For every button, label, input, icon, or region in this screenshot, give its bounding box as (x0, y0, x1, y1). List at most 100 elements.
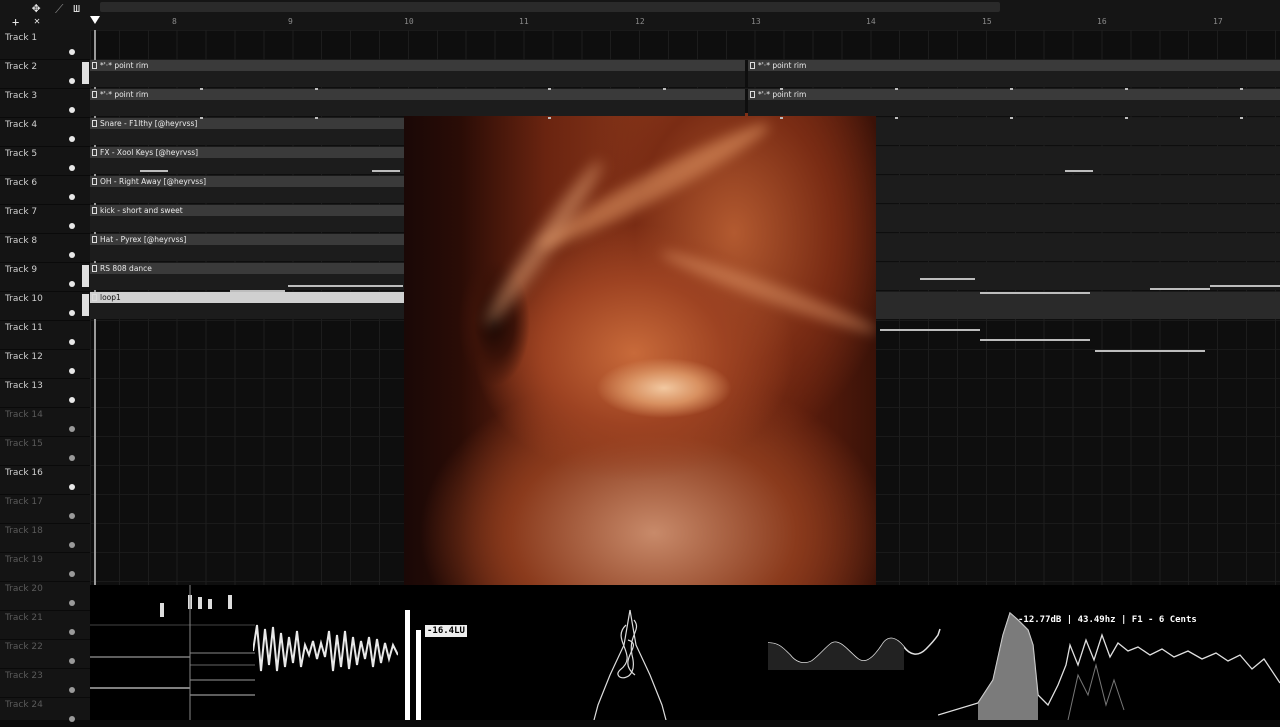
track-name: Track 7 (5, 207, 38, 217)
clip-header[interactable]: *'·* point rim (748, 89, 1280, 100)
track-header[interactable]: Track 13 (0, 378, 90, 408)
track-header[interactable]: Track 7 (0, 204, 90, 234)
spectrum-graph (938, 611, 1280, 720)
track-enable-dot[interactable] (69, 339, 75, 345)
track-enable-dot[interactable] (69, 78, 75, 84)
track-header[interactable]: Track 24 (0, 697, 90, 727)
track-header[interactable]: Track 10 (0, 291, 90, 321)
visualizer-panel: -16.4LU -12.77dB | 43.49hz | F1 - 6 Cent… (90, 585, 1280, 720)
loudness-bar-left (405, 610, 410, 720)
track-enable-dot[interactable] (69, 136, 75, 142)
track-enable-dot[interactable] (69, 310, 75, 316)
track-header[interactable]: Track 9 (0, 262, 90, 292)
track-name: Track 21 (5, 613, 43, 623)
close-icon[interactable]: ✕ (34, 15, 40, 29)
track-enable-dot[interactable] (69, 194, 75, 200)
artwork-highlight (657, 244, 876, 340)
track-enable-dot[interactable] (69, 629, 75, 635)
clip-body[interactable] (748, 100, 1280, 116)
track-header[interactable]: Track 5 (0, 146, 90, 176)
clip-header[interactable]: RS 808 dance (90, 263, 404, 274)
track-enable-dot[interactable] (69, 368, 75, 374)
clip-body[interactable] (876, 205, 1280, 232)
track-enable-dot[interactable] (69, 455, 75, 461)
track-name: Track 17 (5, 497, 43, 507)
clip-body[interactable] (90, 71, 745, 87)
track-enable-dot[interactable] (69, 281, 75, 287)
clip-body[interactable] (90, 187, 404, 203)
track-header[interactable]: Track 20 (0, 581, 90, 611)
track-enable-dot[interactable] (69, 658, 75, 664)
track-header[interactable]: Track 11 (0, 320, 90, 350)
track-header[interactable]: Track 2 (0, 59, 90, 89)
clip-header[interactable]: OH - Right Away [@heyrvss] (90, 176, 404, 187)
clip-body[interactable] (748, 71, 1280, 87)
track-header[interactable]: Track 6 (0, 175, 90, 205)
track-header[interactable]: Track 16 (0, 465, 90, 495)
track-enable-dot[interactable] (69, 687, 75, 693)
track-enable-dot[interactable] (69, 252, 75, 258)
draw-tool-icon[interactable]: ⟋ (55, 2, 63, 16)
track-header[interactable]: Track 1 (0, 30, 90, 60)
clip-header[interactable]: *'·* point rim (90, 60, 745, 71)
track-header[interactable]: Track 22 (0, 639, 90, 669)
add-icon[interactable]: + (12, 15, 19, 29)
note-tick (1065, 170, 1093, 172)
clip-body[interactable] (90, 274, 404, 290)
grid-tool-icon[interactable]: ш (73, 1, 80, 15)
clip-header[interactable]: Hat - Pyrex [@heyrvss] (90, 234, 404, 245)
track-header[interactable]: Track 4 (0, 117, 90, 147)
track-enable-dot[interactable] (69, 107, 75, 113)
track-header[interactable]: Track 19 (0, 552, 90, 582)
clip-pattern-icon (92, 91, 97, 98)
track-header[interactable]: Track 23 (0, 668, 90, 698)
track-enable-dot[interactable] (69, 426, 75, 432)
clip-body[interactable] (90, 129, 404, 145)
top-scroll-strip[interactable] (100, 2, 1000, 12)
note-tick (548, 88, 551, 90)
track-name: Track 16 (5, 468, 43, 478)
track-enable-dot[interactable] (69, 542, 75, 548)
clip-header[interactable]: kick - short and sweet (90, 205, 404, 216)
clip-body[interactable] (876, 176, 1280, 203)
track-enable-dot[interactable] (69, 223, 75, 229)
clip-body[interactable] (90, 245, 404, 261)
track-header[interactable]: Track 18 (0, 523, 90, 553)
clip-body[interactable] (876, 118, 1280, 145)
track-list: Track 1 Track 2 Track 3 Track 4 Track 5 Track… (0, 30, 90, 727)
track-name: Track 23 (5, 671, 43, 681)
track-enable-dot[interactable] (69, 397, 75, 403)
clip-header[interactable]: *'·* point rim (90, 89, 745, 100)
track-header[interactable]: Track 3 (0, 88, 90, 118)
track-enable-dot[interactable] (69, 513, 75, 519)
timeline-ruler[interactable]: 8 9 10 11 12 13 14 15 16 17 (90, 14, 1280, 30)
clip-header[interactable]: *'·* point rim (748, 60, 1280, 71)
clip-label: *'·* point rim (758, 90, 807, 99)
clip-pattern-icon (92, 149, 97, 156)
track-header[interactable]: Track 12 (0, 349, 90, 379)
track-enable-dot[interactable] (69, 716, 75, 722)
move-tool-icon[interactable]: ✥ (32, 1, 40, 15)
clip-body[interactable] (876, 292, 1280, 319)
track-enable-dot[interactable] (69, 49, 75, 55)
clip-header[interactable]: loop1 (90, 292, 404, 303)
track-enable-dot[interactable] (69, 484, 75, 490)
clip-header[interactable]: Snare - F1lthy [@heyrvss] (90, 118, 404, 129)
bar-number: 15 (982, 17, 992, 26)
clip-body[interactable] (90, 303, 404, 319)
track-name: Track 18 (5, 526, 43, 536)
clip-body[interactable] (90, 216, 404, 232)
track-enable-dot[interactable] (69, 165, 75, 171)
clip-body[interactable] (90, 100, 745, 116)
clip-body[interactable] (876, 234, 1280, 261)
track-header[interactable]: Track 14 (0, 407, 90, 437)
track-enable-dot[interactable] (69, 571, 75, 577)
track-header[interactable]: Track 17 (0, 494, 90, 524)
track-enable-dot[interactable] (69, 600, 75, 606)
clip-body[interactable] (90, 158, 404, 174)
clip-header[interactable]: FX - Xool Keys [@heyrvss] (90, 147, 404, 158)
track-header[interactable]: Track 21 (0, 610, 90, 640)
track-header[interactable]: Track 15 (0, 436, 90, 466)
track-header[interactable]: Track 8 (0, 233, 90, 263)
playhead-marker[interactable] (90, 16, 100, 24)
